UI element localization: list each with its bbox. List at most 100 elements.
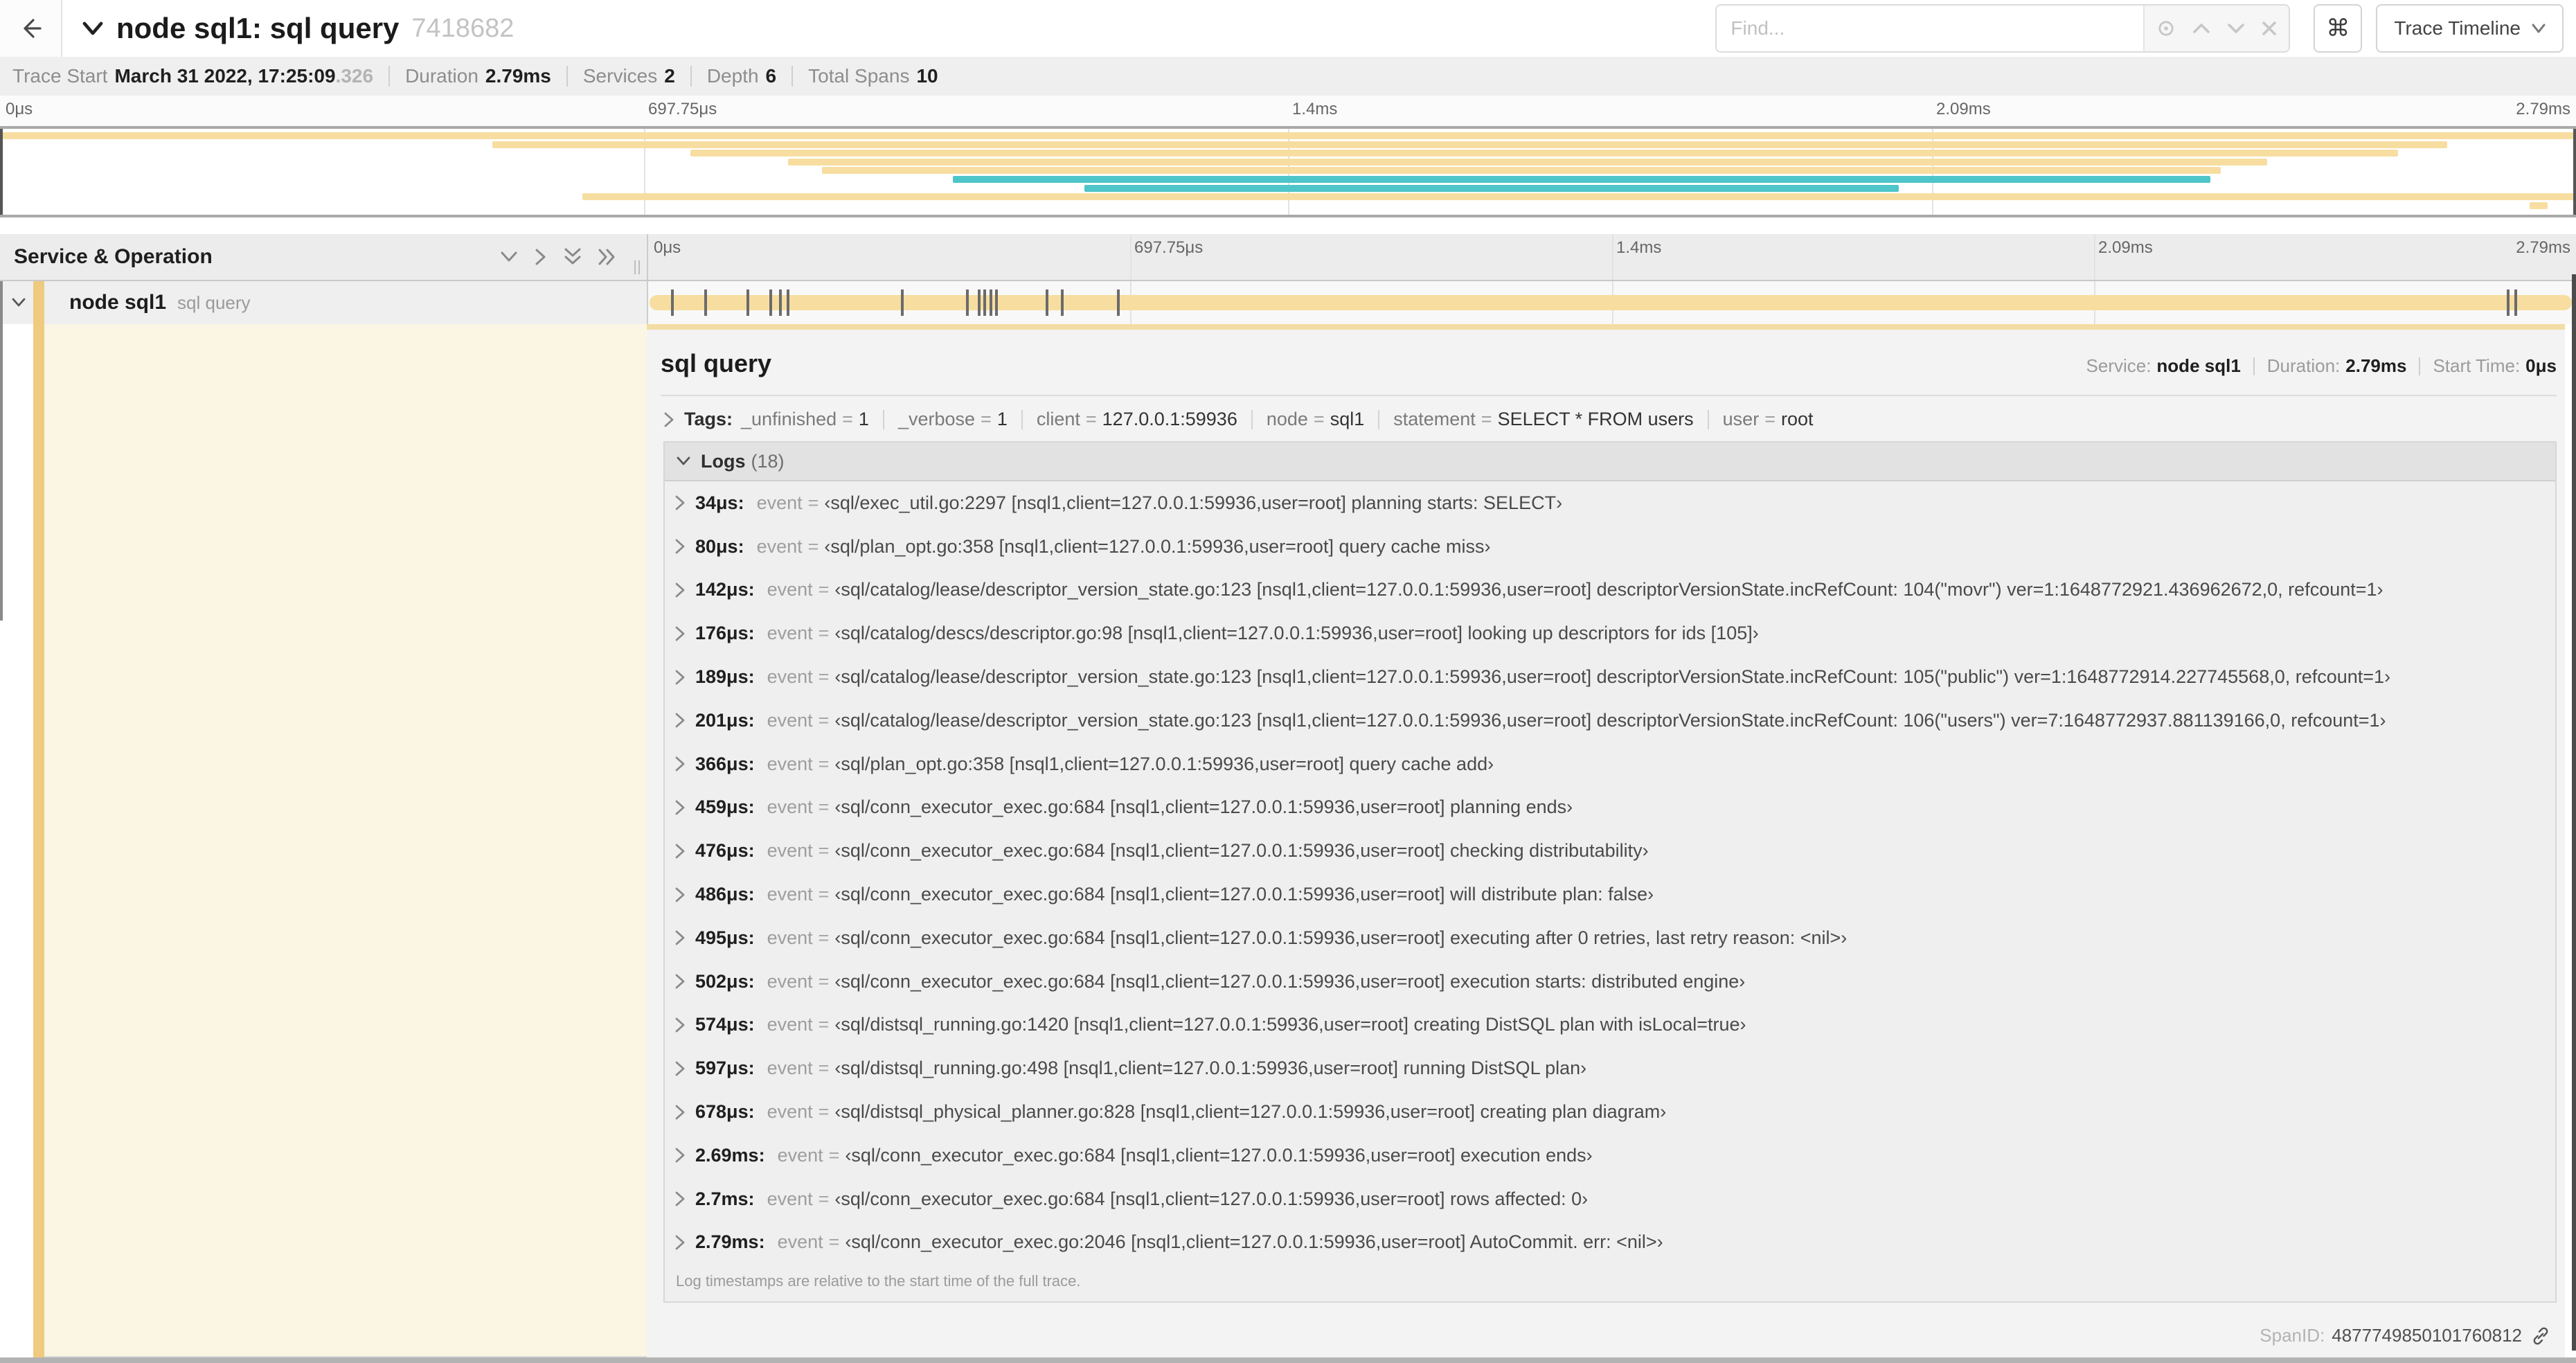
- locate-icon[interactable]: [2156, 18, 2176, 39]
- tags-row[interactable]: Tags: _unfinished = 1 _verbose = 1 client = 127.…: [661, 396, 2565, 430]
- vertical-scrollbar[interactable]: [2572, 274, 2576, 1351]
- log-entry[interactable]: 678μs: event = ‹sql/distsql_physical_planne…: [665, 1090, 2555, 1134]
- log-marker[interactable]: [1045, 289, 1048, 316]
- log-entry[interactable]: 495μs: event = ‹sql/conn_executor_exec.go:6…: [665, 916, 2555, 960]
- log-entry[interactable]: 2.79ms: event = ‹sql/conn_executor_exec.go:…: [665, 1221, 2555, 1265]
- log-entry[interactable]: 486μs: event = ‹sql/conn_executor_exec.go:6…: [665, 873, 2555, 916]
- log-field-value: ‹sql/conn_executor_exec.go:2046 [nsql1,c…: [845, 1231, 1663, 1253]
- log-entry[interactable]: 366μs: event = ‹sql/plan_opt.go:358 [nsql1,…: [665, 742, 2555, 786]
- keyboard-shortcuts-button[interactable]: ⌘: [2314, 4, 2363, 53]
- log-entry[interactable]: 2.69ms: event = ‹sql/conn_executor_exec.go:…: [665, 1134, 2555, 1177]
- log-entry[interactable]: 189μs: event = ‹sql/catalog/lease/descripto…: [665, 655, 2555, 699]
- span-row: node sql1 sql query: [0, 281, 2576, 324]
- log-marker[interactable]: [787, 289, 790, 316]
- minimap-canvas[interactable]: [0, 126, 2576, 217]
- log-field-key: event: [767, 970, 813, 992]
- log-entry[interactable]: 34μs: event = ‹sql/exec_util.go:2297 [nsql1…: [665, 481, 2555, 525]
- separator: [882, 409, 884, 429]
- separator: [2419, 357, 2421, 375]
- log-field-value: ‹sql/catalog/descs/descriptor.go:98 [nsq…: [834, 623, 1759, 644]
- log-marker[interactable]: [1116, 289, 1120, 316]
- tag-key: _unfinished: [741, 409, 837, 429]
- log-timestamp: 80μs:: [695, 535, 744, 557]
- minimap-tick-labels: 0μs 697.75μs 1.4ms 2.09ms 2.79ms: [0, 96, 2576, 126]
- minimap-left-scrubber[interactable]: [0, 129, 3, 215]
- chevron-right-icon: [674, 1147, 686, 1164]
- expand-one-icon[interactable]: [535, 248, 547, 266]
- chevron-right-icon: [674, 1234, 686, 1251]
- chevron-right-icon: [674, 495, 686, 511]
- span-row-name-cell[interactable]: node sql1 sql query: [0, 281, 647, 324]
- collapse-one-icon[interactable]: [500, 251, 518, 263]
- log-entry[interactable]: 502μs: event = ‹sql/conn_executor_exec.go:6…: [665, 960, 2555, 1004]
- log-entry[interactable]: 2.7ms: event = ‹sql/conn_executor_exec.go:6…: [665, 1177, 2555, 1221]
- page-title: node sql1: sql query 7418682: [82, 12, 514, 45]
- log-marker[interactable]: [2506, 289, 2510, 316]
- log-field-key: event: [767, 1188, 813, 1209]
- expand-all-icon[interactable]: [598, 248, 616, 266]
- log-marker[interactable]: [704, 289, 707, 316]
- log-marker[interactable]: [671, 289, 674, 316]
- log-marker[interactable]: [900, 289, 904, 316]
- equals-sign: =: [818, 666, 830, 688]
- chevron-down-icon[interactable]: [11, 297, 26, 308]
- log-timestamp: 2.79ms:: [695, 1231, 765, 1253]
- log-entry[interactable]: 176μs: event = ‹sql/catalog/descs/descripto…: [665, 612, 2555, 655]
- timeline-ticks-header: 0μs 697.75μs 1.4ms 2.09ms 2.79ms: [648, 234, 2576, 280]
- trace-view-selector[interactable]: Trace Timeline: [2376, 4, 2564, 53]
- tag-key: user: [1722, 409, 1760, 429]
- minimap-span-bar: [690, 150, 2399, 157]
- chevron-up-icon[interactable]: [2192, 22, 2211, 35]
- span-row-bar-cell[interactable]: [647, 281, 2576, 324]
- collapse-controls: [500, 248, 616, 266]
- log-timestamp: 459μs:: [695, 796, 755, 818]
- column-resize-grip[interactable]: [634, 260, 640, 274]
- log-field-value: ‹sql/distsql_running.go:498 [nsql1,clien…: [834, 1058, 1587, 1079]
- log-entry[interactable]: 476μs: event = ‹sql/conn_executor_exec.go:6…: [665, 829, 2555, 873]
- find-group: [1715, 4, 2291, 53]
- separator: [690, 66, 692, 87]
- log-entry[interactable]: 201μs: event = ‹sql/catalog/lease/descripto…: [665, 699, 2555, 742]
- log-entry[interactable]: 574μs: event = ‹sql/distsql_running.go:1420…: [665, 1004, 2555, 1047]
- log-field-value: ‹sql/plan_opt.go:358 [nsql1,client=127.0…: [824, 535, 1491, 557]
- log-marker[interactable]: [989, 289, 992, 316]
- chevron-down-icon[interactable]: [82, 21, 104, 36]
- chevron-down-icon[interactable]: [2226, 22, 2246, 35]
- log-entry[interactable]: 459μs: event = ‹sql/conn_executor_exec.go:6…: [665, 786, 2555, 830]
- minimap-span-bar: [0, 132, 2576, 139]
- log-marker[interactable]: [1060, 289, 1064, 316]
- deep-link-icon[interactable]: [2530, 1326, 2551, 1346]
- log-timestamp: 574μs:: [695, 1014, 755, 1035]
- log-field-key: event: [777, 1144, 823, 1166]
- log-field-value: ‹sql/conn_executor_exec.go:684 [nsql1,cl…: [845, 1144, 1593, 1166]
- tag-value: sql1: [1330, 409, 1365, 429]
- log-field-key: event: [767, 623, 813, 644]
- separator: [1021, 409, 1023, 429]
- log-marker[interactable]: [779, 289, 782, 316]
- log-entry[interactable]: 142μs: event = ‹sql/catalog/lease/descripto…: [665, 569, 2555, 612]
- log-marker[interactable]: [966, 289, 969, 316]
- back-button[interactable]: [0, 0, 62, 57]
- equals-sign: =: [842, 409, 853, 429]
- log-marker[interactable]: [2514, 289, 2517, 316]
- log-marker[interactable]: [746, 289, 749, 316]
- span-duration-bar[interactable]: [650, 295, 2572, 310]
- equals-sign: =: [818, 840, 830, 862]
- log-field-key: event: [767, 884, 813, 905]
- log-entry[interactable]: 597μs: event = ‹sql/distsql_running.go:498 …: [665, 1046, 2555, 1090]
- find-input[interactable]: [1717, 6, 2144, 51]
- log-timestamp: 495μs:: [695, 927, 755, 948]
- detail-meta-label: Start Time:: [2433, 355, 2521, 376]
- clear-icon[interactable]: [2261, 20, 2278, 37]
- timeline-header-row: Service & Operation 0μs 697.75μs 1.4ms 2.09…: [0, 234, 2576, 281]
- equals-sign: =: [807, 492, 819, 513]
- log-marker[interactable]: [769, 289, 773, 316]
- log-marker[interactable]: [995, 289, 999, 316]
- log-marker[interactable]: [983, 289, 987, 316]
- collapse-all-icon[interactable]: [564, 248, 582, 266]
- logs-header[interactable]: Logs (18): [665, 443, 2555, 481]
- separator: [2253, 357, 2255, 375]
- minimap-right-scrubber[interactable]: [2573, 129, 2576, 215]
- log-entry[interactable]: 80μs: event = ‹sql/plan_opt.go:358 [nsql1,c…: [665, 525, 2555, 569]
- log-marker[interactable]: [978, 289, 981, 316]
